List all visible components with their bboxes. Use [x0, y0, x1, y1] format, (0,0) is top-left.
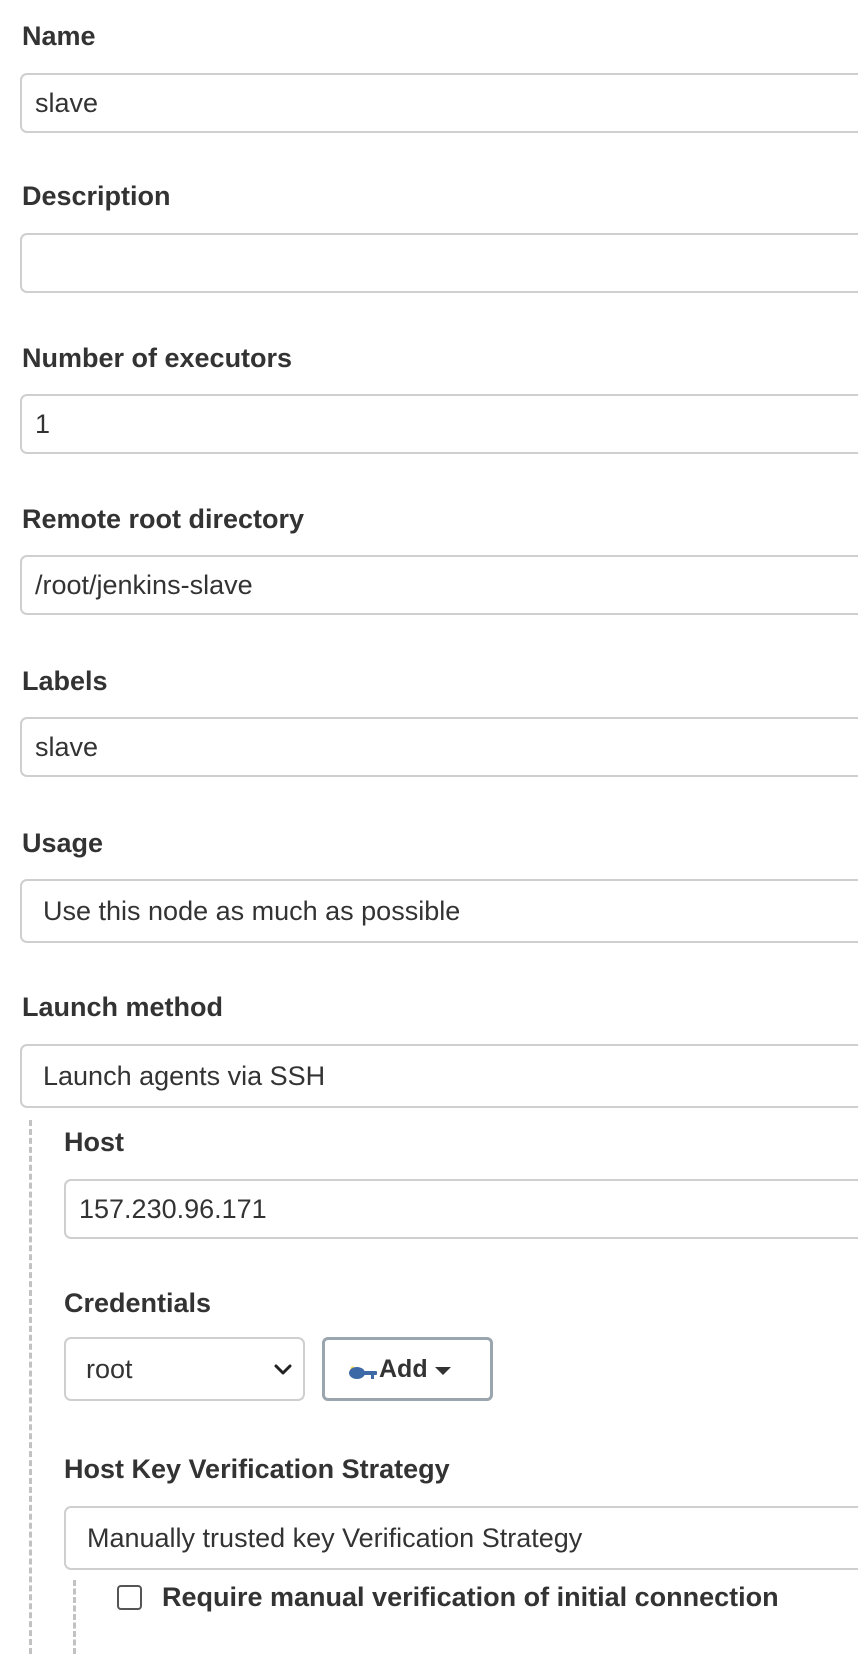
credentials-label: Credentials	[64, 1288, 212, 1318]
labels-input[interactable]: slave	[20, 717, 858, 777]
labels-label: Labels	[22, 666, 108, 696]
host-key-strategy-select[interactable]: Manually trusted key Verification Strate…	[64, 1506, 858, 1570]
executors-input[interactable]: 1	[20, 394, 858, 454]
description-input[interactable]	[20, 233, 858, 293]
strategy-options-guide	[73, 1580, 76, 1654]
launch-method-select[interactable]: Launch agents via SSH	[20, 1044, 858, 1108]
node-config-form: Name slave Description Number of executo…	[0, 0, 858, 1654]
host-label: Host	[64, 1127, 124, 1157]
credentials-selected-value: root	[86, 1354, 133, 1384]
caret-down-icon	[435, 1367, 451, 1375]
add-credentials-button[interactable]: Add	[322, 1337, 493, 1401]
credentials-select[interactable]: root	[64, 1337, 305, 1401]
description-label: Description	[22, 181, 171, 211]
host-input[interactable]: 157.230.96.171	[64, 1179, 858, 1239]
name-label: Name	[22, 21, 96, 51]
key-icon	[349, 1366, 377, 1379]
usage-select[interactable]: Use this node as much as possible	[20, 879, 858, 943]
manual-verification-label[interactable]: Require manual verification of initial c…	[162, 1580, 779, 1614]
manual-verification-checkbox[interactable]	[117, 1585, 142, 1610]
remote-root-label: Remote root directory	[22, 504, 305, 534]
add-button-label: Add	[379, 1355, 428, 1383]
usage-label: Usage	[22, 828, 104, 858]
ssh-section-guide	[29, 1120, 32, 1654]
remote-root-input[interactable]: /root/jenkins-slave	[20, 555, 858, 615]
name-input[interactable]: slave	[20, 73, 858, 133]
host-key-strategy-label: Host Key Verification Strategy	[64, 1454, 450, 1484]
executors-label: Number of executors	[22, 343, 293, 373]
chevron-down-icon	[274, 1364, 292, 1375]
launch-method-label: Launch method	[22, 992, 223, 1022]
